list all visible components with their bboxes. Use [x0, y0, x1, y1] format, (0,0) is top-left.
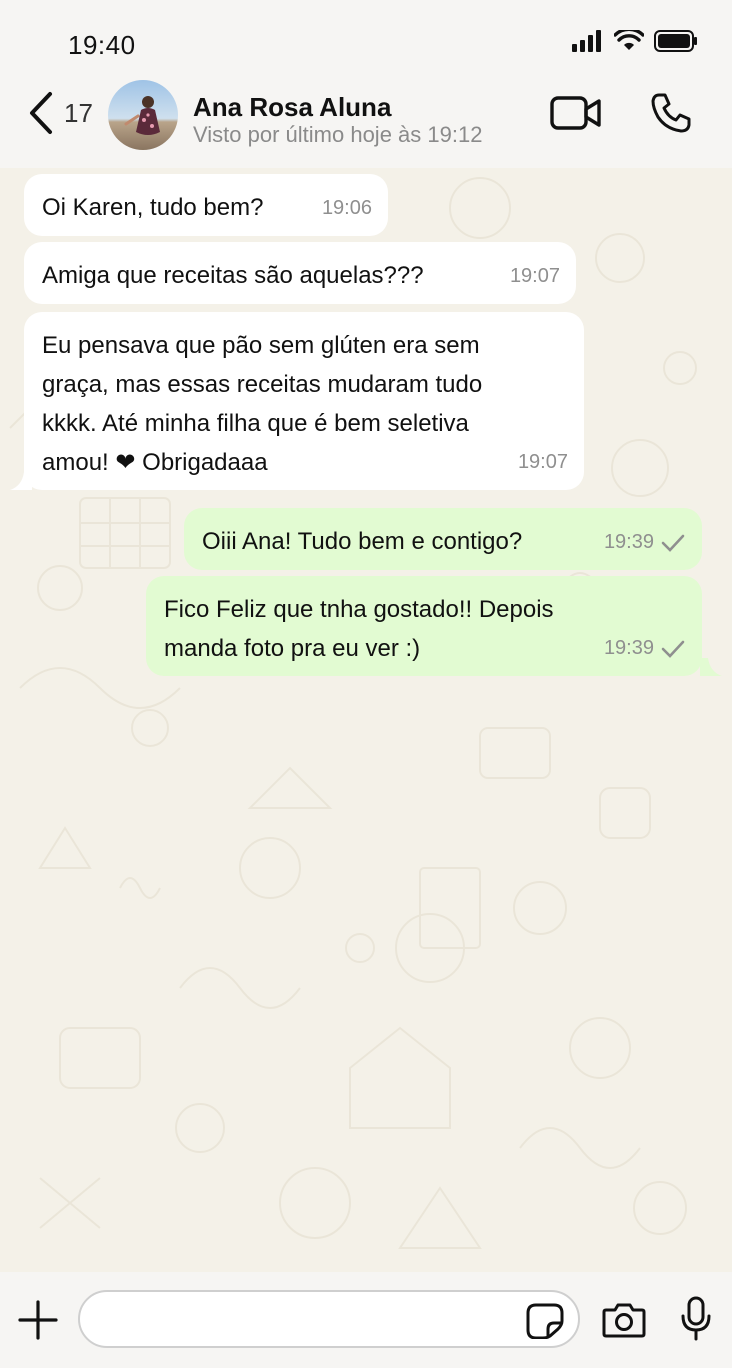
message-bubble-incoming[interactable]: Oi Karen, tudo bem? 19:06: [24, 174, 388, 236]
chat-header: 17 Ana Rosa Aluna Visto por último hoje …: [0, 80, 732, 168]
message-text: Eu pensava que pão sem glúten era sem gr…: [42, 332, 483, 476]
message-composer: [0, 1272, 732, 1368]
check-icon: [661, 534, 685, 552]
back-button[interactable]: 17: [26, 90, 106, 136]
sticker-icon: [526, 1303, 564, 1340]
video-camera-icon: [550, 96, 601, 130]
message-time: 19:06: [321, 197, 372, 219]
sticker-button[interactable]: [526, 1303, 564, 1344]
message-time: 19:39: [603, 637, 654, 659]
check-icon: [661, 640, 685, 658]
attach-button[interactable]: [18, 1300, 58, 1345]
message-text: Oi Karen, tudo bem?: [42, 194, 264, 221]
wifi-icon: [614, 30, 644, 50]
message-bubble-incoming[interactable]: Amiga que receitas são aquelas??? 19:07: [24, 242, 576, 304]
message-bubble-incoming[interactable]: Eu pensava que pão sem glúten era sem gr…: [24, 312, 584, 490]
message-time: 19:07: [509, 265, 560, 287]
camera-icon: [602, 1303, 646, 1338]
last-seen-status: Visto por último hoje às 19:12: [193, 122, 483, 147]
microphone-button[interactable]: [680, 1296, 712, 1347]
status-icons: [572, 30, 698, 52]
chat-area[interactable]: Oi Karen, tudo bem? 19:06 Amiga que rece…: [0, 168, 732, 1272]
status-time: 19:40: [68, 30, 136, 60]
phone-icon: [651, 93, 691, 133]
bubble-tail-incoming: [10, 472, 32, 490]
message-time: 19:39: [603, 531, 654, 553]
chevron-left-icon: [30, 92, 52, 134]
bubble-tail-outgoing: [700, 658, 722, 676]
video-call-button[interactable]: [550, 94, 602, 137]
signal-bars-icon: [572, 30, 601, 52]
message-bubble-outgoing[interactable]: Oiii Ana! Tudo bem e contigo? 19:39: [184, 508, 702, 570]
message-text: Fico Feliz que tnha gostado!! Depois man…: [164, 596, 554, 662]
status-bar: 19:40: [0, 0, 732, 80]
battery-icon: [654, 30, 697, 52]
message-bubble-outgoing[interactable]: Fico Feliz que tnha gostado!! Depois man…: [146, 576, 702, 676]
contact-name[interactable]: Ana Rosa Aluna: [193, 92, 391, 123]
message-input[interactable]: [100, 1292, 524, 1348]
avatar[interactable]: [108, 80, 178, 150]
message-time: 19:07: [517, 451, 568, 473]
voice-call-button[interactable]: [650, 92, 692, 139]
message-text: Amiga que receitas são aquelas???: [42, 262, 424, 289]
plus-icon: [18, 1300, 58, 1340]
message-text: Oiii Ana! Tudo bem e contigo?: [202, 528, 523, 555]
message-input-container[interactable]: [78, 1290, 580, 1348]
camera-button[interactable]: [602, 1302, 646, 1343]
microphone-icon: [681, 1296, 711, 1341]
unread-count: 17: [64, 97, 93, 128]
